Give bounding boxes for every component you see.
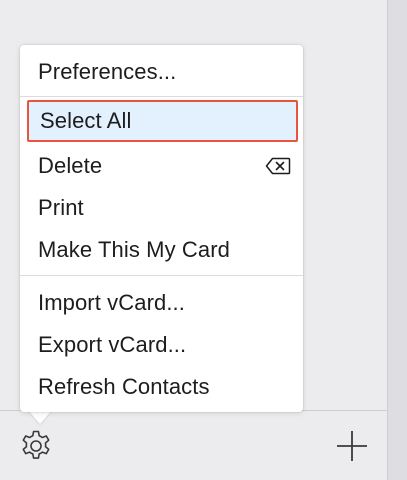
detail-pane-edge — [388, 0, 407, 480]
menu-item-make-this-my-card[interactable]: Make This My Card — [20, 231, 303, 269]
settings-popup-menu: Preferences... Select All Delete Print M… — [20, 45, 303, 412]
menu-item-label: Delete — [38, 153, 103, 178]
menu-item-print[interactable]: Print — [20, 189, 303, 227]
menu-item-label: Make This My Card — [38, 237, 231, 262]
gear-icon — [22, 430, 50, 459]
menu-item-label: Preferences... — [38, 59, 177, 84]
menu-separator — [20, 275, 303, 276]
menu-item-preferences[interactable]: Preferences... — [20, 53, 303, 91]
settings-button[interactable] — [14, 424, 58, 468]
delete-shortcut — [265, 157, 291, 175]
menu-item-delete[interactable]: Delete — [20, 147, 303, 185]
menu-item-label: Select All — [40, 108, 132, 133]
menu-item-label: Print — [38, 195, 84, 220]
delete-backward-icon — [265, 157, 291, 175]
bottom-toolbar — [0, 410, 387, 480]
menu-item-label: Refresh Contacts — [38, 374, 210, 399]
menu-item-import-vcard[interactable]: Import vCard... — [20, 284, 303, 322]
menu-item-export-vcard[interactable]: Export vCard... — [20, 326, 303, 364]
menu-item-label: Import vCard... — [38, 290, 185, 315]
add-contact-button[interactable] — [330, 424, 374, 468]
menu-item-label: Export vCard... — [38, 332, 187, 357]
menu-separator — [20, 96, 303, 97]
menu-pointer — [28, 410, 52, 424]
plus-icon — [337, 431, 367, 461]
menu-item-refresh-contacts[interactable]: Refresh Contacts — [20, 368, 303, 406]
menu-item-select-all[interactable]: Select All — [27, 100, 298, 142]
